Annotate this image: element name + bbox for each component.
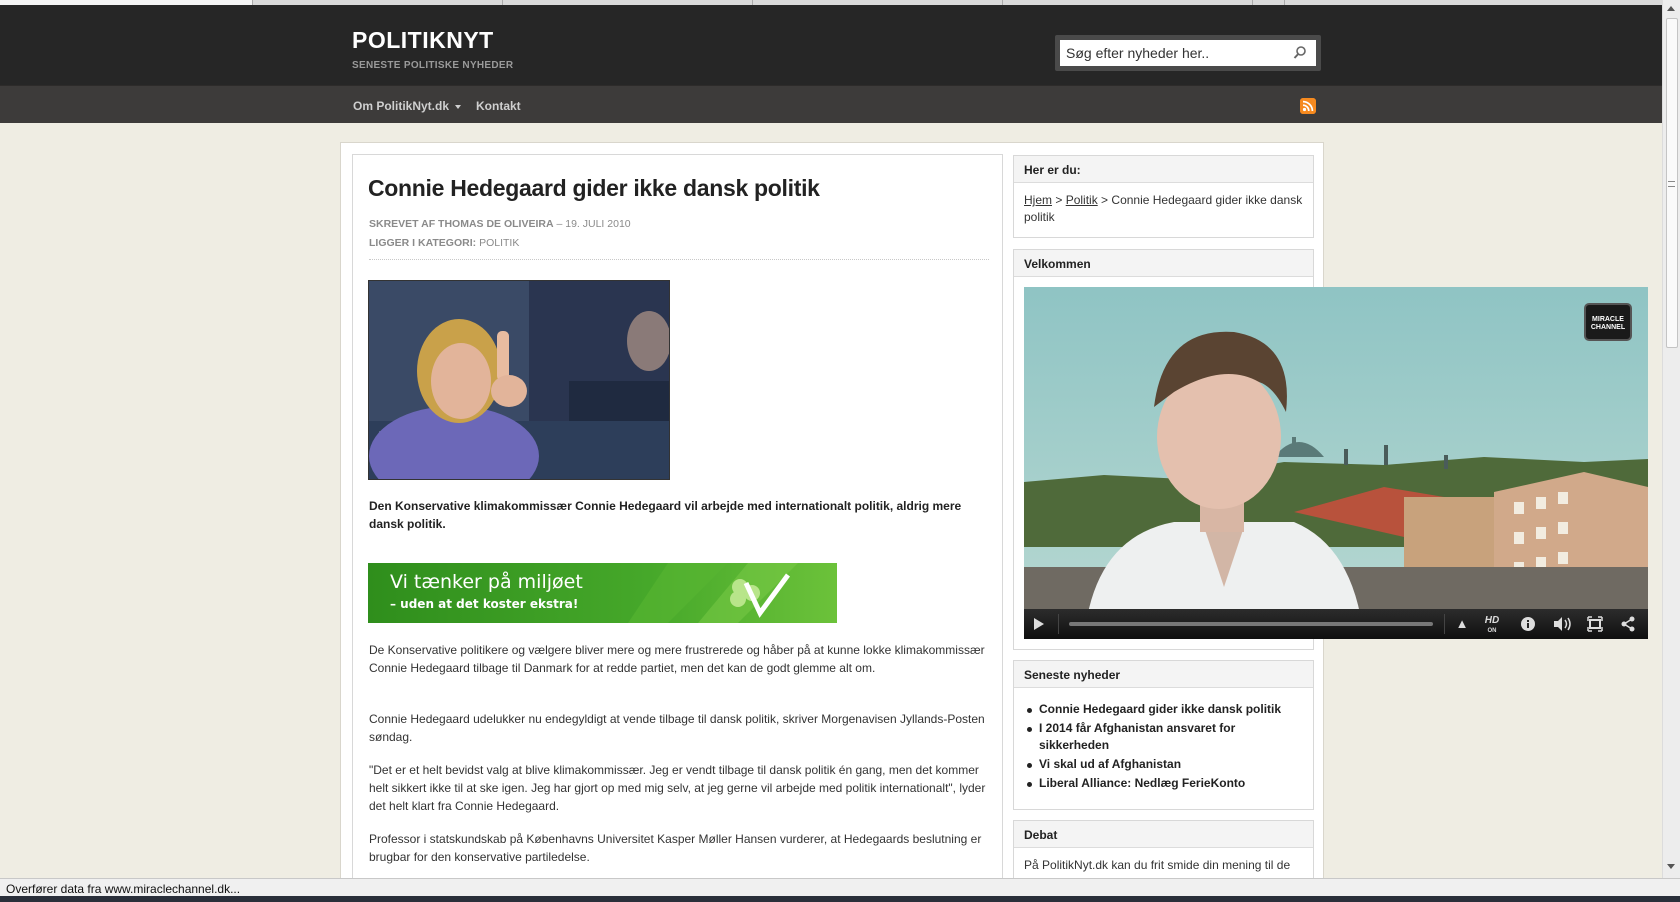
article-paragraph: Connie Hedegaard udelukker nu endegyldig…	[369, 712, 985, 744]
ad-banner[interactable]: Vi tænker på miljøet – uden at det koste…	[368, 563, 837, 623]
search-input[interactable]	[1060, 40, 1316, 66]
debate-text: På PolitikNyt.dk kan du frit smide din m…	[1024, 858, 1291, 872]
video-controls: ▲ HD ON	[1024, 609, 1648, 639]
share-icon[interactable]	[1620, 616, 1636, 632]
article-title[interactable]: Connie Hedegaard gider ikke dansk politi…	[368, 175, 820, 202]
chevron-down-icon	[455, 104, 462, 109]
news-link[interactable]: Liberal Alliance: Nedlæg FerieKonto	[1024, 775, 1303, 792]
article-paragraph: Professor i statskundskab på Københavns …	[369, 832, 982, 864]
widget-heading: Debat	[1014, 821, 1313, 848]
status-text: Overfører data fra www.miraclechannel.dk…	[6, 882, 241, 896]
main-nav: Om PolitikNyt.dk Kontakt	[0, 85, 1662, 123]
vertical-scrollbar[interactable]	[1662, 0, 1680, 880]
breadcrumb-section-link[interactable]: Politik	[1066, 193, 1098, 207]
nav-item-label: Om PolitikNyt.dk	[353, 99, 450, 113]
article-paragraph: "Det er et helt bevidst valg at blive kl…	[369, 763, 986, 813]
breadcrumb: Hjem > Politik > Connie Hedegaard gider …	[1014, 183, 1313, 235]
hd-label: HD	[1484, 615, 1500, 626]
article-category: LIGGER I KATEGORI: POLITIK	[369, 237, 519, 249]
breadcrumb-separator: >	[1097, 193, 1112, 207]
breadcrumb-separator: >	[1052, 193, 1066, 207]
debate-widget: Debat På PolitikNyt.dk kan du frit smide…	[1013, 820, 1314, 882]
volume-icon[interactable]	[1552, 616, 1574, 632]
category-prefix: LIGGER I KATEGORI:	[369, 237, 477, 249]
play-icon[interactable]	[1034, 618, 1044, 630]
article-byline: SKREVET AF THOMAS DE OLIVEIRA – 19. JULI…	[369, 218, 631, 230]
video-frame	[1024, 287, 1648, 639]
byline-author[interactable]: THOMAS DE OLIVEIRA	[438, 218, 554, 230]
video-progress-bar[interactable]	[1069, 622, 1433, 626]
news-link[interactable]: Connie Hedegaard gider ikke dansk politi…	[1024, 701, 1303, 718]
rss-icon[interactable]	[1300, 98, 1316, 114]
scroll-down-icon[interactable]	[1667, 864, 1675, 869]
fullscreen-icon[interactable]	[1587, 616, 1603, 632]
hd-state: ON	[1487, 628, 1497, 634]
control-divider	[1058, 614, 1059, 634]
ad-subline: – uden at det koster ekstra!	[390, 597, 579, 611]
scrollbar-grip	[1668, 181, 1675, 187]
widget-heading: Velkommen	[1014, 250, 1313, 277]
news-link[interactable]: Vi skal ud af Afghanistan	[1024, 756, 1303, 773]
control-divider	[1444, 614, 1445, 634]
site-tagline: SENESTE POLITISKE NYHEDER	[352, 60, 514, 71]
widget-heading: Seneste nyheder	[1014, 661, 1313, 688]
chevron-up-icon[interactable]: ▲	[1454, 616, 1470, 632]
meta-divider	[369, 259, 989, 260]
news-link[interactable]: I 2014 får Afghanistan ansvaret for sikk…	[1024, 720, 1303, 754]
search-box	[1055, 35, 1321, 71]
scroll-up-icon[interactable]	[1667, 6, 1675, 11]
video-player[interactable]: MIRACLE CHANNEL ▲ HD ON	[1024, 287, 1648, 639]
ad-headline: Vi tænker på miljøet	[390, 571, 583, 593]
nav-item-contact[interactable]: Kontakt	[476, 99, 521, 113]
article-photo	[368, 280, 670, 480]
category-link[interactable]: POLITIK	[479, 237, 519, 249]
site-logo[interactable]: POLITIKNYT	[352, 27, 494, 54]
info-icon[interactable]	[1520, 616, 1536, 632]
widget-heading: Her er du:	[1014, 156, 1313, 183]
os-taskbar	[0, 896, 1680, 902]
breadcrumb-home-link[interactable]: Hjem	[1024, 193, 1052, 207]
breadcrumb-widget: Her er du: Hjem > Politik > Connie Hedeg…	[1013, 155, 1314, 238]
hd-toggle[interactable]: HD ON	[1480, 615, 1504, 635]
site-header: POLITIKNYT SENESTE POLITISKE NYHEDER	[0, 5, 1662, 85]
byline-prefix: SKREVET AF	[369, 218, 436, 230]
channel-logo: MIRACLE CHANNEL	[1584, 303, 1632, 341]
article-lead: Den Konservative klimakommissær Connie H…	[369, 499, 962, 531]
search-icon[interactable]	[1293, 45, 1307, 61]
latest-news-widget: Seneste nyheder Connie Hedegaard gider i…	[1013, 660, 1314, 810]
byline-date: – 19. JULI 2010	[556, 218, 631, 230]
article: Connie Hedegaard gider ikke dansk politi…	[352, 154, 1003, 882]
nav-item-about[interactable]: Om PolitikNyt.dk	[353, 99, 462, 113]
latest-news-list: Connie Hedegaard gider ikke dansk politi…	[1024, 701, 1303, 792]
article-paragraph: De Konservative politikere og vælgere bl…	[369, 643, 985, 675]
